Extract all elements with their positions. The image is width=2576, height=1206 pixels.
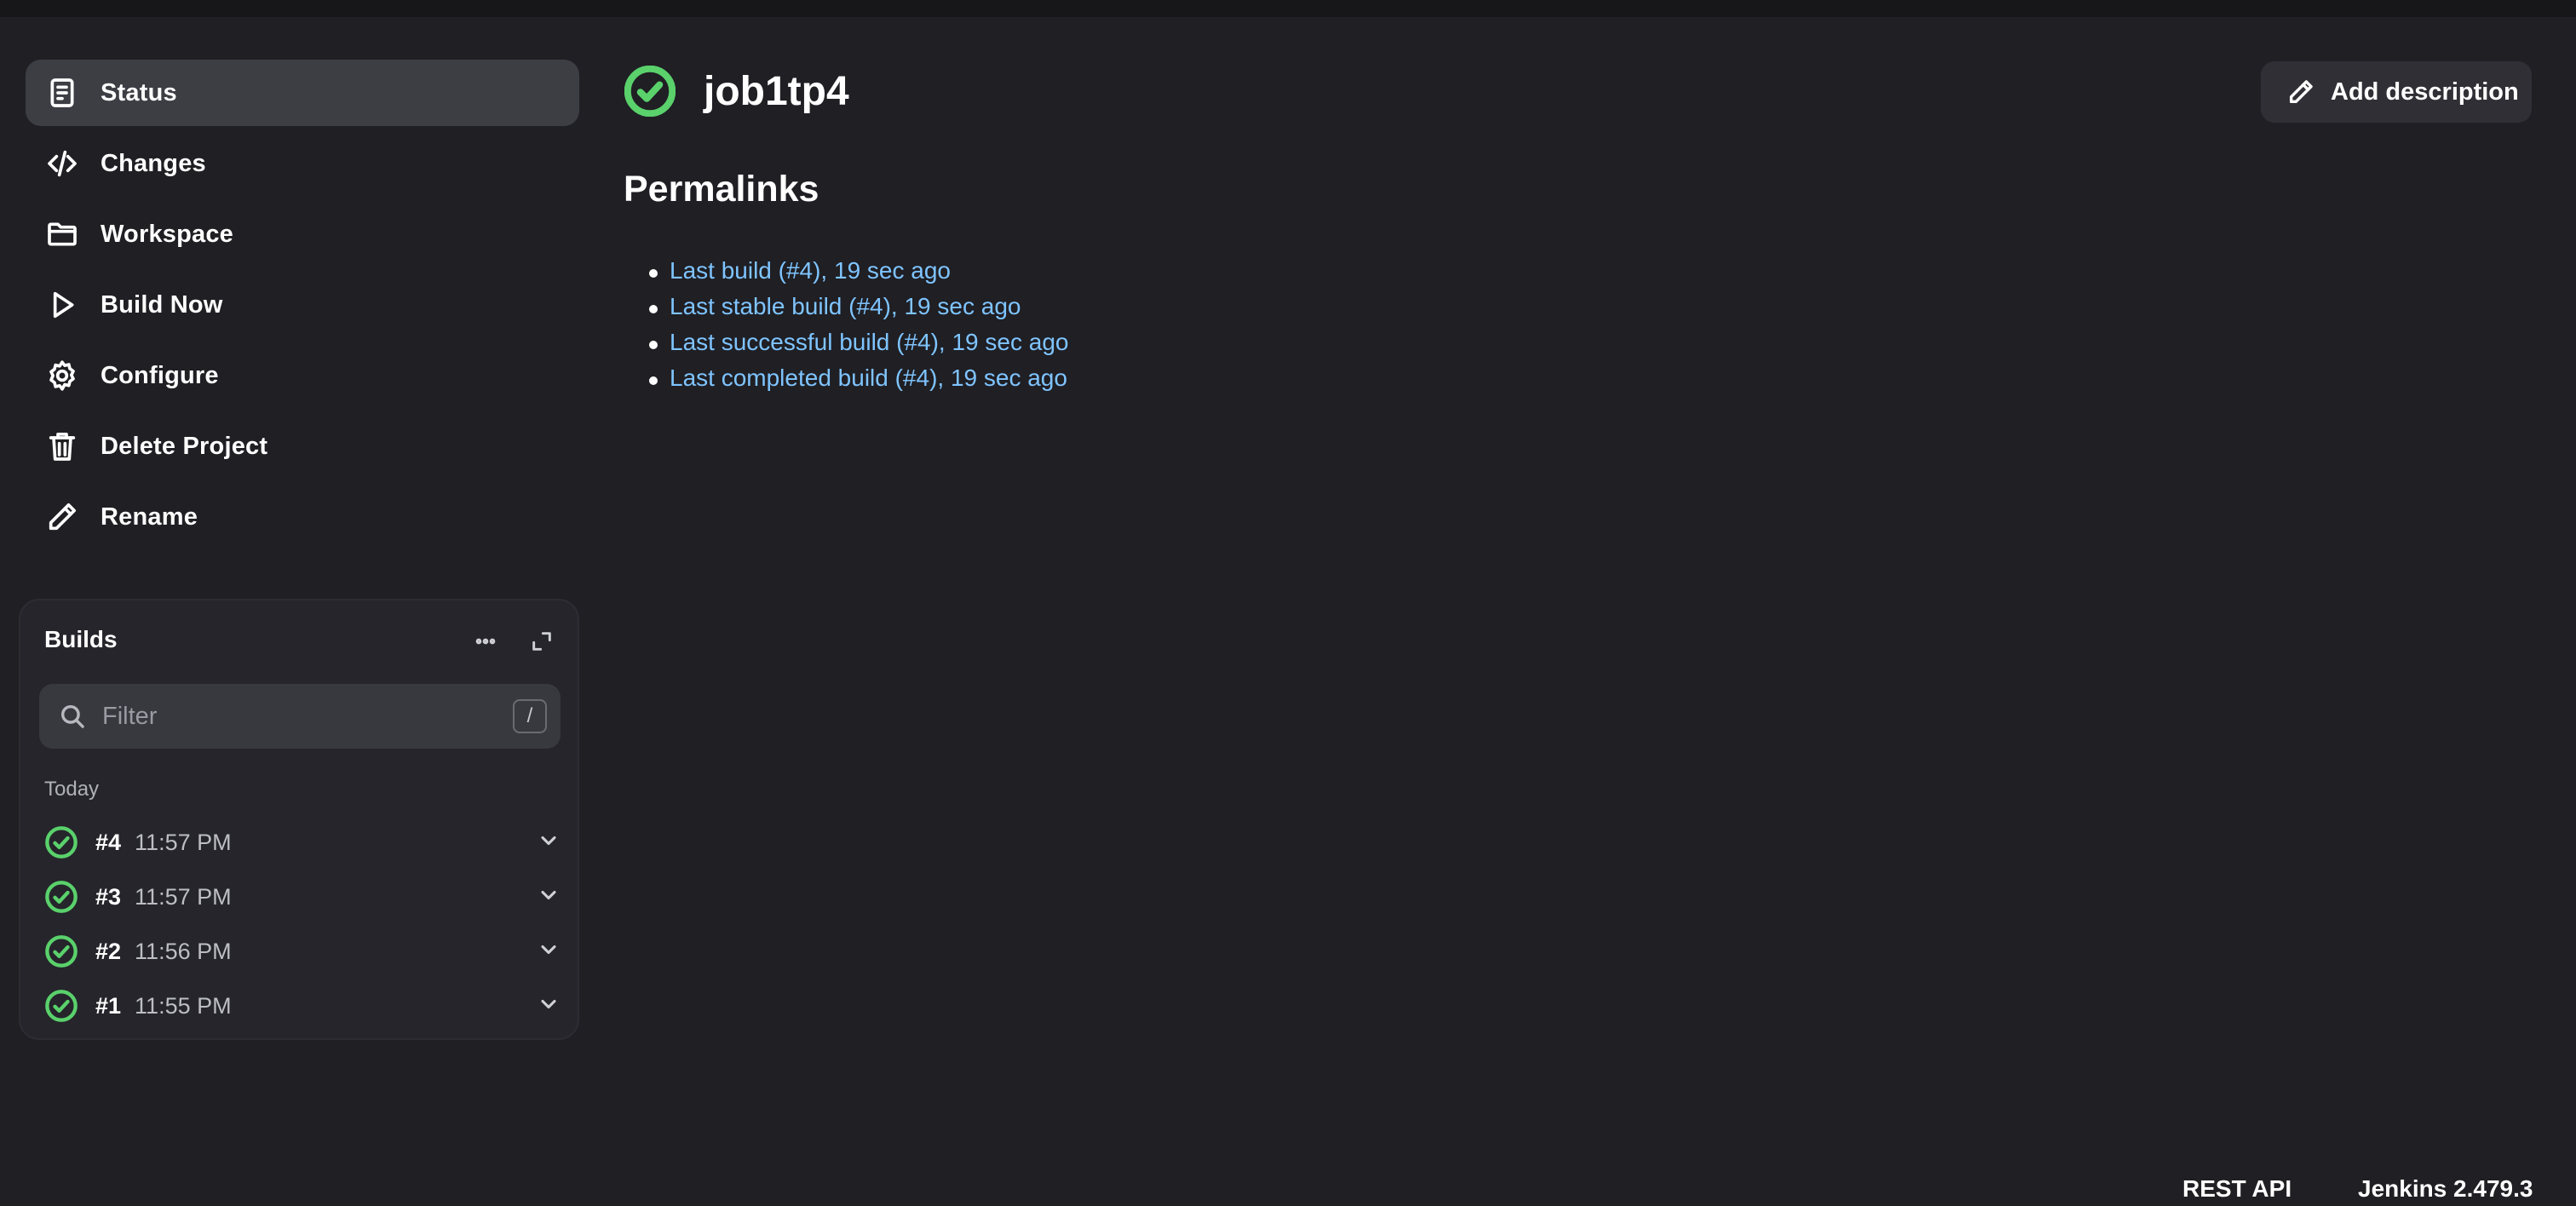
success-icon [44,880,78,914]
version-link[interactable]: Jenkins 2.479.3 [2358,1175,2533,1203]
sidebar-item-configure[interactable]: Configure [26,342,579,409]
expand-button[interactable] [523,624,561,658]
page-title: job1tp4 [704,69,849,114]
sidebar-tasks: Status Changes Workspace Build Now Confi… [26,60,579,554]
builds-title: Builds [44,626,118,652]
sidebar-item-changes[interactable]: Changes [26,130,579,197]
list-item: Last successful build (#4), 19 sec ago [648,329,1068,365]
build-group-label: Today [44,778,100,801]
list-item: Last stable build (#4), 19 sec ago [648,293,1068,329]
success-icon [44,934,78,968]
build-time: 11:56 PM [135,938,232,964]
build-row-2[interactable]: #2 11:56 PM [44,927,564,975]
build-time: 11:55 PM [135,992,232,1019]
filter-box: / [39,684,561,749]
sidebar-item-delete-project[interactable]: Delete Project [26,413,579,480]
add-description-button[interactable]: Add description [2261,61,2532,123]
chevron-down-icon[interactable] [537,829,564,856]
sidebar-item-build-now[interactable]: Build Now [26,272,579,338]
gear-icon [44,358,80,393]
document-icon [44,75,80,111]
sidebar-item-label: Rename [101,502,198,531]
chevron-down-icon[interactable] [537,992,564,1019]
success-icon [44,989,78,1023]
success-icon [44,825,78,859]
code-icon [44,146,80,181]
pencil-icon [2286,78,2315,106]
trash-icon [44,428,80,464]
expand-icon [532,632,551,651]
permalinks-heading: Permalinks [624,169,819,210]
list-item: Last completed build (#4), 19 sec ago [648,365,1068,400]
sidebar-item-status[interactable]: Status [26,60,579,126]
build-row-1[interactable]: #1 11:55 PM [44,982,564,1030]
build-time: 11:57 PM [135,829,232,855]
sidebar-item-rename[interactable]: Rename [26,484,579,550]
sidebar-item-label: Workspace [101,220,234,248]
build-number[interactable]: #4 [95,830,121,856]
list-item: Last build (#4), 19 sec ago [648,257,1068,293]
job-status-icon [624,65,676,118]
rest-api-link[interactable]: REST API [2182,1175,2291,1203]
filter-input[interactable] [102,691,513,742]
keyboard-shortcut-hint: / [513,699,547,733]
permalink-last-stable-build[interactable]: Last stable build (#4), 19 sec ago [670,293,1021,319]
play-icon [44,287,80,323]
permalink-last-successful-build[interactable]: Last successful build (#4), 19 sec ago [670,329,1068,355]
more-options-button[interactable] [467,624,504,658]
top-bar [0,0,2576,17]
sidebar-item-label: Build Now [101,290,223,319]
build-number[interactable]: #3 [95,884,121,910]
search-icon [58,702,87,731]
add-description-label: Add description [2331,78,2519,106]
chevron-down-icon[interactable] [537,938,564,965]
build-row-3[interactable]: #3 11:57 PM [44,873,564,921]
folder-icon [44,216,80,252]
sidebar-item-label: Status [101,78,177,106]
sidebar-item-label: Delete Project [101,432,268,460]
permalink-last-build[interactable]: Last build (#4), 19 sec ago [670,257,951,284]
ellipsis-icon [475,638,496,645]
permalink-last-completed-build[interactable]: Last completed build (#4), 19 sec ago [670,365,1067,391]
build-time: 11:57 PM [135,883,232,910]
sidebar-item-label: Configure [101,361,219,389]
build-row-4[interactable]: #4 11:57 PM [44,818,564,866]
sidebar-item-label: Changes [101,149,206,177]
sidebar-item-workspace[interactable]: Workspace [26,201,579,267]
chevron-down-icon[interactable] [537,883,564,910]
build-number[interactable]: #1 [95,993,121,1019]
builds-widget: Builds / Today #4 11:57 PM #3 11:57 PM #… [19,599,579,1040]
build-number[interactable]: #2 [95,939,121,965]
permalinks-list: Last build (#4), 19 sec ago Last stable … [648,257,1068,400]
pencil-icon [44,499,80,535]
